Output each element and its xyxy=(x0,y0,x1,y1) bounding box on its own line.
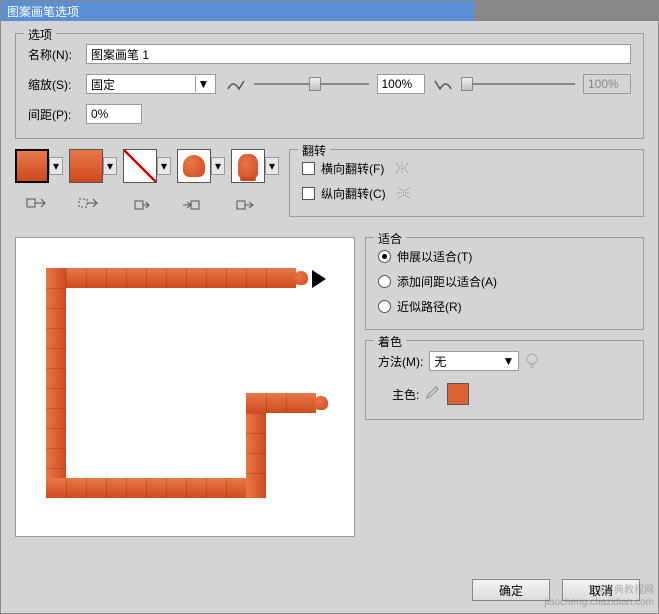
watermark: 查字典教程网 jiaocheng.chazidian.com xyxy=(544,585,654,609)
method-select[interactable]: 无 ▼ xyxy=(429,351,519,371)
tile-1-dropdown[interactable]: ▾ xyxy=(49,157,63,175)
scale-label: 缩放(S): xyxy=(28,76,86,93)
name-row: 名称(N): xyxy=(28,44,631,64)
scale-slider-2[interactable] xyxy=(461,76,576,92)
chevron-down-icon: ▼ xyxy=(502,354,514,368)
start-icon xyxy=(179,195,207,219)
start-tile[interactable] xyxy=(177,149,211,183)
fit-approx-label: 近似路径(R) xyxy=(397,298,462,315)
corner-outer-icon xyxy=(23,195,51,219)
brush-preview xyxy=(15,237,355,537)
side-tile[interactable] xyxy=(15,149,49,183)
colorize-legend: 着色 xyxy=(374,333,406,350)
end-tile[interactable] xyxy=(231,149,265,183)
tile-2-dropdown[interactable]: ▾ xyxy=(103,157,117,175)
title-bar[interactable]: 图案画笔选项 xyxy=(1,1,658,21)
scale-mode-value: 固定 xyxy=(91,76,115,93)
flip-vertical-icon xyxy=(396,186,412,202)
options-fieldset: 选项 名称(N): 缩放(S): 固定 ▼ xyxy=(15,33,644,139)
flip-horizontal-row: 横向翻转(F) xyxy=(302,160,631,177)
curve-left-icon xyxy=(226,76,246,92)
scale-mode-select[interactable]: 固定 ▼ xyxy=(86,74,216,94)
scale-slider-1[interactable] xyxy=(254,76,369,92)
keycolor-label: 主色: xyxy=(392,386,419,403)
fit-approx-radio[interactable] xyxy=(378,300,391,313)
fit-addspace-radio[interactable] xyxy=(378,275,391,288)
flip-fieldset: 翻转 横向翻转(F) 纵向翻转(C) xyxy=(289,149,644,217)
fit-addspace-label: 添加间距以适合(A) xyxy=(397,273,497,290)
flip-legend: 翻转 xyxy=(298,142,330,159)
fit-legend: 适合 xyxy=(374,230,406,247)
side-tile-2[interactable] xyxy=(69,149,103,183)
tile-1-wrap: ▾ xyxy=(15,149,63,183)
scale-sliders xyxy=(226,74,631,94)
scale-row: 缩放(S): 固定 ▼ xyxy=(28,74,631,94)
dialog-content: 选项 名称(N): 缩放(S): 固定 ▼ xyxy=(1,21,658,549)
fit-approx-row: 近似路径(R) xyxy=(378,298,631,315)
flip-horizontal-checkbox[interactable] xyxy=(302,162,315,175)
eyedropper-icon[interactable] xyxy=(425,386,441,402)
middle-section: ▾ ▾ ▾ ▾ ▾ xyxy=(15,149,644,227)
fit-addspace-row: 添加间距以适合(A) xyxy=(378,273,631,290)
fit-stretch-radio[interactable] xyxy=(378,250,391,263)
tile-4-wrap: ▾ xyxy=(177,149,225,183)
name-label: 名称(N): xyxy=(28,46,86,63)
method-value: 无 xyxy=(434,353,446,370)
keycolor-row: 主色: xyxy=(378,383,631,405)
corner-tile[interactable] xyxy=(123,149,157,183)
curve-right-icon xyxy=(433,76,453,92)
right-column: 适合 伸展以适合(T) 添加间距以适合(A) 近似路径(R) xyxy=(365,237,644,537)
method-row: 方法(M): 无 ▼ xyxy=(378,351,631,371)
scale-value-2 xyxy=(583,74,631,94)
side-icon xyxy=(127,195,155,219)
scale-value-1[interactable] xyxy=(377,74,425,94)
ok-button[interactable]: 确定 xyxy=(472,579,550,601)
fit-fieldset: 适合 伸展以适合(T) 添加间距以适合(A) 近似路径(R) xyxy=(365,237,644,330)
fit-stretch-row: 伸展以适合(T) xyxy=(378,248,631,265)
fit-stretch-label: 伸展以适合(T) xyxy=(397,248,472,265)
tile-5-wrap: ▾ xyxy=(231,149,279,183)
corner-inner-icon xyxy=(75,195,103,219)
chevron-down-icon: ▼ xyxy=(195,76,211,92)
dialog-title: 图案画笔选项 xyxy=(7,5,79,19)
tile-3-dropdown[interactable]: ▾ xyxy=(157,157,171,175)
direction-icons-row xyxy=(15,191,279,223)
flip-vertical-label: 纵向翻转(C) xyxy=(321,185,386,202)
flip-vertical-row: 纵向翻转(C) xyxy=(302,185,631,202)
tiles-section: ▾ ▾ ▾ ▾ ▾ xyxy=(15,149,279,227)
spacing-row: 间距(P): xyxy=(28,104,631,124)
lower-section: 适合 伸展以适合(T) 添加间距以适合(A) 近似路径(R) xyxy=(15,237,644,537)
method-label: 方法(M): xyxy=(378,353,423,370)
tile-2-wrap: ▾ xyxy=(69,149,117,183)
pattern-brush-options-dialog: 图案画笔选项 选项 名称(N): 缩放(S): 固定 ▼ xyxy=(0,0,659,614)
tip-bulb-icon[interactable] xyxy=(525,353,541,369)
tiles-row: ▾ ▾ ▾ ▾ ▾ xyxy=(15,149,279,183)
name-input[interactable] xyxy=(86,44,631,64)
spacing-label: 间距(P): xyxy=(28,106,86,123)
colorize-fieldset: 着色 方法(M): 无 ▼ 主色: xyxy=(365,340,644,420)
end-icon xyxy=(231,195,259,219)
flip-horizontal-label: 横向翻转(F) xyxy=(321,160,384,177)
tile-3-wrap: ▾ xyxy=(123,149,171,183)
tile-4-dropdown[interactable]: ▾ xyxy=(211,157,225,175)
flip-horizontal-icon xyxy=(394,161,410,177)
spacing-input[interactable] xyxy=(86,104,142,124)
flip-vertical-checkbox[interactable] xyxy=(302,187,315,200)
tile-5-dropdown[interactable]: ▾ xyxy=(265,157,279,175)
options-legend: 选项 xyxy=(24,26,56,43)
keycolor-swatch[interactable] xyxy=(447,383,469,405)
